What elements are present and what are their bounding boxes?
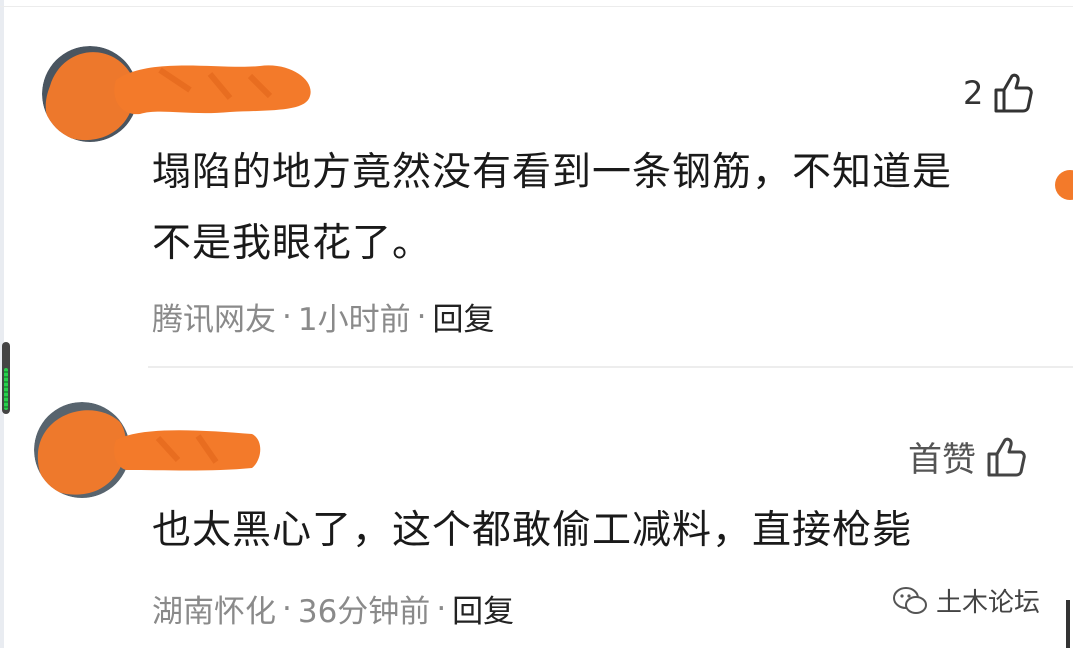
first-like-label: 首赞 (908, 440, 976, 480)
reply-link[interactable]: 回复 (432, 294, 494, 339)
meta-separator: · (416, 298, 427, 335)
author-location: 腾讯网友 (152, 302, 276, 338)
comment-page: 2 塌陷的地方竟然没有看到一条钢筋，不知道是 不是我眼花了。 腾讯网友 · 1小… (0, 0, 1073, 648)
scroll-indicator[interactable] (2, 342, 10, 414)
comment-line: 也太黑心了，这个都敢偷工减料，直接枪毙 (152, 508, 913, 553)
comment-meta: 腾讯网友 · 1小时前 · 回复 (152, 294, 494, 339)
timestamp: 36分钟前 (297, 594, 431, 630)
right-edge-bar (1066, 600, 1070, 648)
comment-text: 也太黑心了，这个都敢偷工减料，直接枪毙 (152, 495, 1042, 566)
meta-separator: · (282, 590, 292, 627)
scroll-indicator-fill (4, 368, 8, 410)
reply-link[interactable]: 回复 (452, 586, 514, 631)
comment-divider (148, 366, 1073, 368)
side-marker (1055, 170, 1073, 200)
meta-separator: · (282, 298, 292, 335)
timestamp: 1小时前 (297, 302, 411, 338)
comment-meta: 湖南怀化 · 36分钟前 · 回复 (152, 586, 514, 631)
top-divider (0, 6, 1073, 7)
username-redaction (114, 430, 261, 471)
like-button[interactable]: 首赞 (908, 432, 1026, 481)
thumbs-up-icon (987, 437, 1026, 476)
comment-line: 不是我眼花了。 (152, 221, 433, 266)
thumbs-up-icon (994, 73, 1034, 113)
author-location: 湖南怀化 (152, 594, 276, 630)
like-button[interactable]: 2 (963, 72, 1034, 114)
comment-line: 塌陷的地方竟然没有看到一条钢筋，不知道是 (152, 150, 953, 195)
like-count: 2 (963, 74, 984, 112)
comment-text: 塌陷的地方竟然没有看到一条钢筋，不知道是 不是我眼花了。 (152, 137, 1042, 279)
meta-separator: · (436, 590, 447, 627)
username-redaction (114, 65, 311, 115)
watermark: 土木论坛 (892, 582, 1040, 619)
wechat-icon (893, 586, 927, 614)
left-edge (0, 0, 4, 648)
watermark-text: 土木论坛 (936, 588, 1041, 618)
